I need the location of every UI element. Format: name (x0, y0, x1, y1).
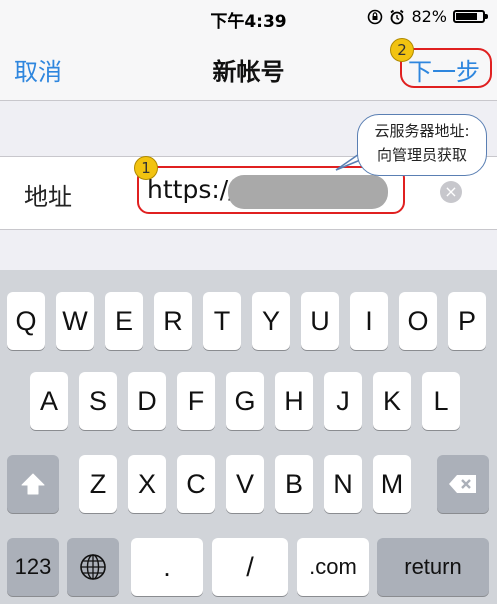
key-e[interactable]: E (105, 292, 143, 350)
key-l[interactable]: L (422, 372, 460, 430)
key-z[interactable]: Z (79, 455, 117, 513)
rotation-lock-icon (368, 9, 383, 24)
key-v[interactable]: V (226, 455, 264, 513)
key-p[interactable]: P (448, 292, 486, 350)
delete-key[interactable] (437, 455, 489, 513)
key-h[interactable]: H (275, 372, 313, 430)
numbers-key[interactable]: 123 (7, 538, 59, 596)
key-s[interactable]: S (79, 372, 117, 430)
step-badge-1: 1 (134, 156, 158, 180)
key-a[interactable]: A (30, 372, 68, 430)
return-key[interactable]: return (377, 538, 489, 596)
key-q[interactable]: Q (7, 292, 45, 350)
callout-line-2: 向管理员获取 (376, 146, 467, 164)
battery-icon (453, 10, 488, 23)
key-w[interactable]: W (56, 292, 94, 350)
clear-icon[interactable]: × (440, 181, 462, 203)
key-o[interactable]: O (399, 292, 437, 350)
key-y[interactable]: Y (252, 292, 290, 350)
callout-line-1: 云服务器地址: (374, 122, 470, 140)
dot-key[interactable]: . (131, 538, 203, 596)
delete-icon (449, 475, 476, 493)
server-address-callout: 云服务器地址: 向管理员获取 (357, 114, 487, 176)
next-button-highlight (400, 48, 492, 88)
battery-fill (456, 13, 477, 20)
keyboard: Q W E R T Y U I O P A S D F G H J K L Z … (0, 270, 497, 604)
key-f[interactable]: F (177, 372, 215, 430)
shift-key[interactable] (7, 455, 59, 513)
status-icons: 82% (367, 7, 488, 26)
key-t[interactable]: T (203, 292, 241, 350)
key-j[interactable]: J (324, 372, 362, 430)
address-label: 地址 (24, 183, 72, 211)
globe-key[interactable] (67, 538, 119, 596)
key-m[interactable]: M (373, 455, 411, 513)
key-r[interactable]: R (154, 292, 192, 350)
key-n[interactable]: N (324, 455, 362, 513)
key-i[interactable]: I (350, 292, 388, 350)
key-k[interactable]: K (373, 372, 411, 430)
key-x[interactable]: X (128, 455, 166, 513)
key-d[interactable]: D (128, 372, 166, 430)
globe-icon (80, 554, 106, 580)
slash-key[interactable]: / (212, 538, 288, 596)
status-bar: 下午4:39 82% (0, 0, 497, 34)
step-badge-2: 2 (390, 38, 414, 62)
key-c[interactable]: C (177, 455, 215, 513)
dotcom-key[interactable]: .com (297, 538, 369, 596)
alarm-icon (390, 9, 404, 24)
battery-percent: 82% (411, 7, 447, 26)
shift-icon (21, 473, 45, 495)
key-g[interactable]: G (226, 372, 264, 430)
key-b[interactable]: B (275, 455, 313, 513)
key-u[interactable]: U (301, 292, 339, 350)
